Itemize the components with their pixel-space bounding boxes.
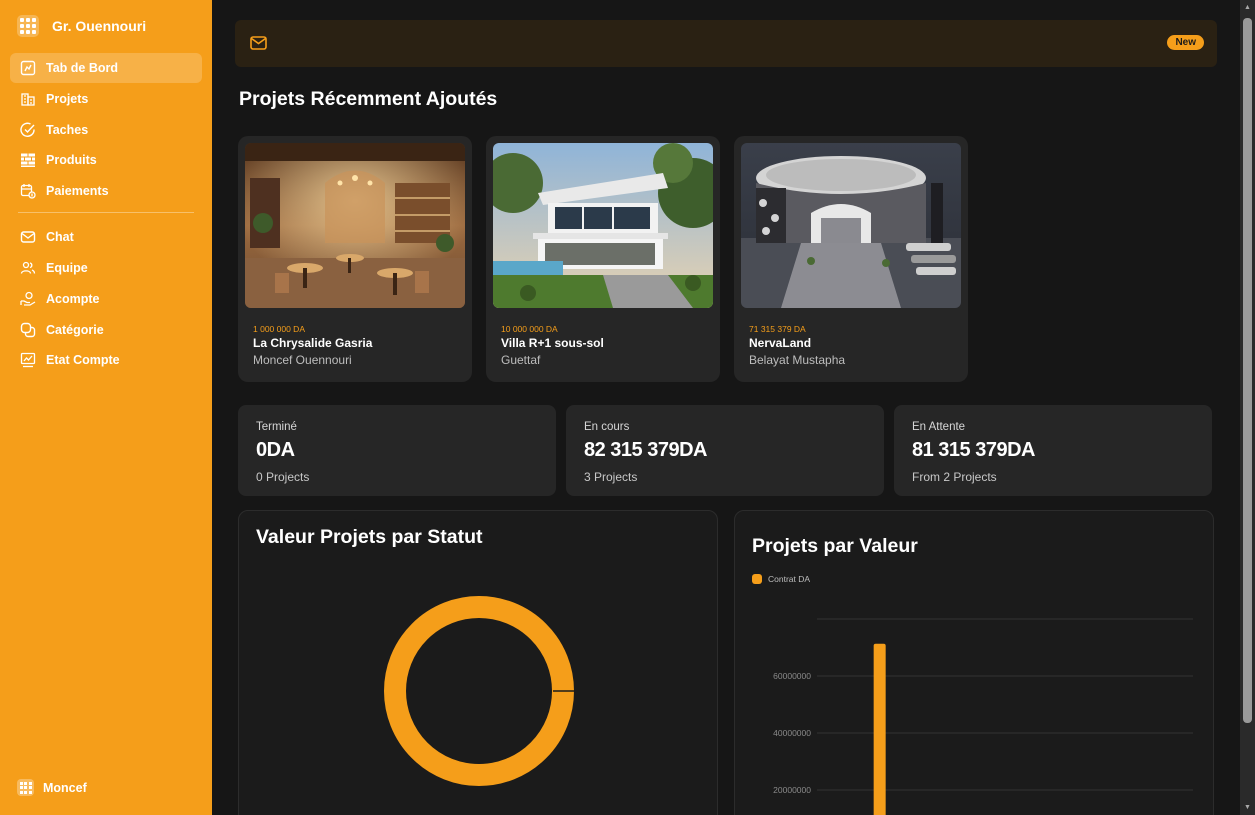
project-card[interactable]: 10 000 000 DA Villa R+1 sous-sol Guettaf [486,136,720,382]
bar-1[interactable] [873,643,886,815]
project-price: 71 315 379 DA [749,324,806,334]
sidebar-item-chat[interactable]: Chat [10,222,202,252]
sidebar-item-produits[interactable]: Produits [10,145,202,175]
user-name: Moncef [43,780,87,795]
projects-value-panel: Projets par Valeur Contrat DA 60000000 40… [734,510,1214,815]
sidebar-item-label: Tab de Bord [46,61,118,75]
bar-chart: 60000000 40000000 20000000 [773,618,1193,815]
check-circle-icon [20,122,35,137]
dashboard-icon [20,60,36,76]
project-image-villa [493,143,713,308]
project-image-cafe [245,143,465,308]
users-icon [20,261,36,274]
project-price: 1 000 000 DA [253,324,305,334]
stat-sub: 3 Projects [584,470,638,484]
building-icon [21,93,35,106]
brand-name: Gr. Ouennouri [52,18,147,34]
y-tick-label: 40000000 [773,728,811,738]
project-name: NervaLand [749,336,812,350]
hand-coin-icon [20,291,36,306]
sidebar-item-acompte[interactable]: Acompte [10,284,202,314]
account-chart-icon [20,353,36,368]
sidebar-item-projets[interactable]: Projets [10,84,202,114]
project-client: Moncef Ouennouri [253,353,352,367]
recent-projects-title: Projets Récemment Ajoutés [239,88,498,110]
stat-value: 82 315 379DA [584,439,707,461]
sidebar-item-label: Acompte [46,291,100,306]
stat-value: 0DA [256,439,295,461]
chart-legend[interactable]: Contrat DA [752,574,810,584]
page-scrollbar[interactable]: ▲ ▼ [1240,0,1255,815]
sidebar-item-categorie[interactable]: Catégorie [10,315,202,345]
scroll-up-arrow-icon[interactable]: ▲ [1243,3,1252,12]
project-card[interactable]: 71 315 379 DA NervaLand Belayat Mustapha [734,136,968,382]
project-price: 10 000 000 DA [501,324,558,334]
stat-value: 81 315 379DA [912,439,1035,461]
sidebar-item-label: Equipe [46,260,88,275]
user-profile[interactable]: Moncef [17,779,87,796]
y-tick-label: 60000000 [773,671,811,681]
stat-card-en-attente: En Attente 81 315 379DA From 2 Projects [894,405,1212,496]
legend-swatch [752,574,762,584]
project-card[interactable]: 1 000 000 DA La Chrysalide Gasria Moncef… [238,136,472,382]
stat-label: En Attente [912,421,966,433]
sidebar-item-label: Projets [46,91,89,106]
sidebar-item-etat-compte[interactable]: Etat Compte [10,345,202,375]
new-badge: New [1167,35,1204,50]
sidebar-item-label: Etat Compte [46,353,120,368]
sidebar-item-label: Paiements [46,184,109,199]
sidebar: Gr. Ouennouri Tab de Bord Projets Taches… [0,0,212,815]
mail-icon [20,231,36,243]
sidebar-item-label: Produits [46,153,97,168]
stat-card-en-cours: En cours 82 315 379DA 3 Projects [566,405,884,496]
bricks-icon [21,153,35,168]
mail-icon [250,36,267,50]
brand[interactable]: Gr. Ouennouri [17,15,146,37]
y-tick-label: 20000000 [773,785,811,795]
sidebar-item-paiements[interactable]: Paiements [10,176,202,206]
stats-row: Terminé 0DA 0 Projects En cours 82 315 3… [238,405,1212,496]
avatar [17,779,34,796]
category-icon [20,322,36,337]
stat-sub: From 2 Projects [912,470,997,484]
project-client: Guettaf [501,353,541,367]
notification-banner[interactable]: New [235,20,1217,67]
stat-label: En cours [584,421,630,433]
sidebar-nav: Tab de Bord Projets Taches Produits Paie… [10,53,202,376]
bar-chart-title: Projets par Valeur [752,535,918,557]
project-name: Villa R+1 sous-sol [501,336,604,350]
sidebar-item-tab-de-bord[interactable]: Tab de Bord [10,53,202,83]
sidebar-item-label: Taches [46,122,89,137]
legend-label: Contrat DA [768,574,811,584]
brand-logo-icon [17,15,39,37]
project-client: Belayat Mustapha [749,353,846,367]
scroll-thumb[interactable] [1243,18,1252,723]
recent-projects-list: 1 000 000 DA La Chrysalide Gasria Moncef… [238,136,968,382]
stat-label: Terminé [256,421,297,433]
sidebar-item-taches[interactable]: Taches [10,115,202,145]
sidebar-item-label: Chat [46,230,74,245]
sidebar-item-equipe[interactable]: Equipe [10,253,202,283]
sidebar-divider [18,212,194,214]
donut-chart-title: Valeur Projets par Statut [256,526,483,548]
status-value-panel: Valeur Projets par Statut [238,510,718,815]
project-name: La Chrysalide Gasria [253,336,373,350]
stat-card-termine: Terminé 0DA 0 Projects [238,405,556,496]
project-image-nervaland [741,143,961,308]
sidebar-item-label: Catégorie [46,322,104,337]
app-root: Gr. Ouennouri Tab de Bord Projets Taches… [0,0,1255,815]
donut-ring[interactable] [384,596,574,786]
calendar-payment-icon [20,184,36,199]
scroll-down-arrow-icon[interactable]: ▼ [1243,803,1252,812]
donut-chart[interactable] [383,595,575,787]
stat-sub: 0 Projects [256,470,310,484]
main-content: New Projets Récemment Ajoutés 1 000 000 … [212,0,1240,815]
